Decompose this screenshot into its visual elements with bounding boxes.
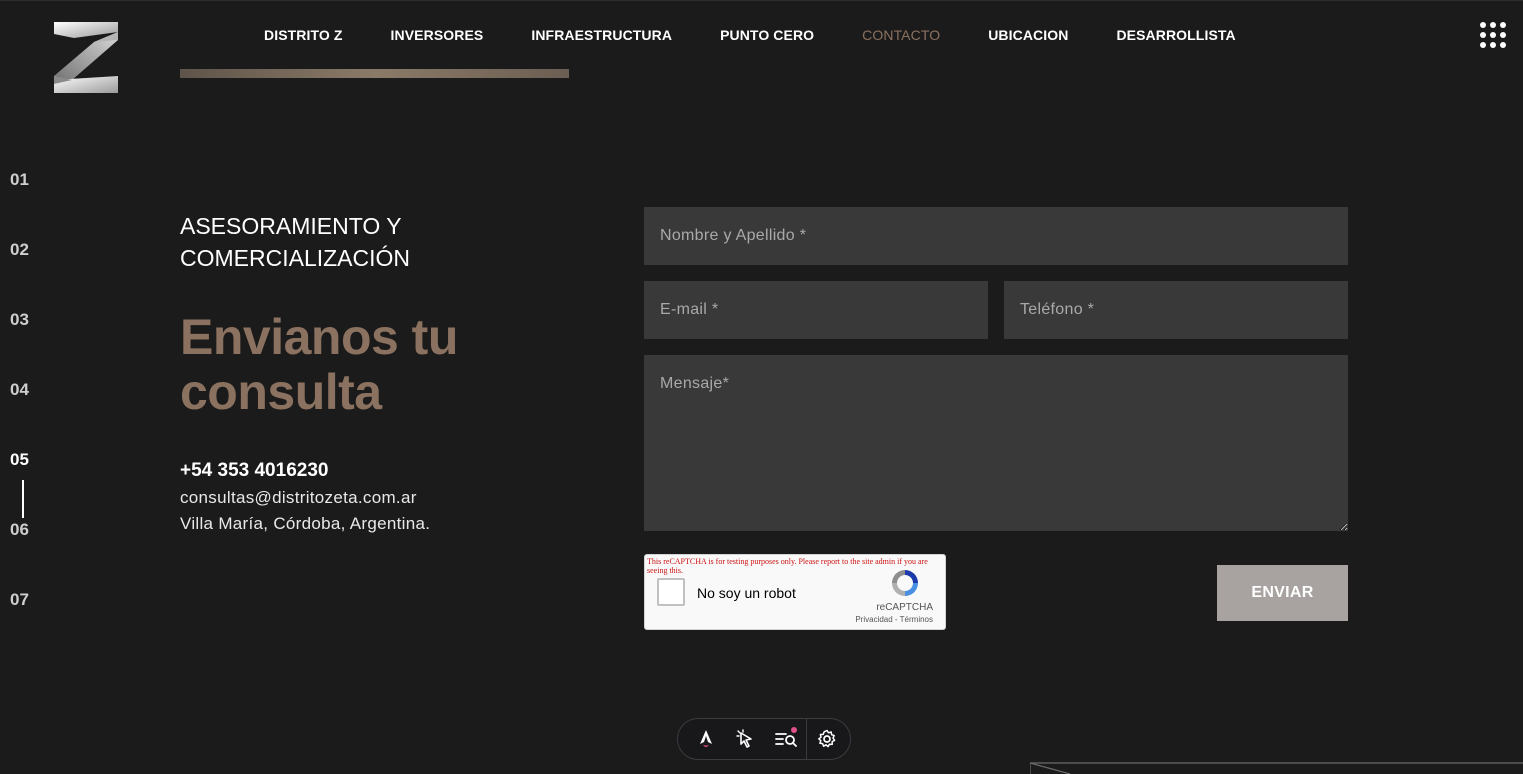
nav-item-desarrollista[interactable]: DESARROLLISTA [1092,27,1259,43]
contact-headline: Envianos tu consulta [180,309,458,420]
section-link-03[interactable]: 03 [10,308,50,378]
section-link-02[interactable]: 02 [10,238,50,308]
name-field[interactable] [644,207,1348,265]
section-link-01[interactable]: 01 [10,168,50,238]
section-link-06[interactable]: 06 [10,518,50,588]
dev-toolbar [677,718,851,760]
email-field[interactable] [644,281,988,339]
settings-gear-icon[interactable] [807,719,847,759]
audit-search-icon[interactable] [766,719,806,759]
distrito-z-logo[interactable] [54,22,118,93]
nav-item-infraestructura[interactable]: INFRAESTRUCTURA [507,27,696,43]
recaptcha-brand: reCAPTCHA [876,602,933,613]
recaptcha-widget: This reCAPTCHA is for testing purposes o… [644,554,946,630]
decorative-bar [180,69,569,78]
nav-item-punto-cero[interactable]: PUNTO CERO [696,27,838,43]
notification-dot [791,727,797,733]
section-link-07[interactable]: 07 [10,588,50,658]
recaptcha-label: No soy un robot [697,585,796,601]
contact-info: ASESORAMIENTO Y COMERCIALIZACIÓN Enviano… [180,210,600,534]
astro-icon[interactable] [686,719,726,759]
main-nav: DISTRITO Z INVERSORES INFRAESTRUCTURA PU… [240,24,1260,46]
cursor-inspect-icon[interactable] [726,719,766,759]
section-nav: 01 02 03 04 05 06 07 [10,168,50,658]
top-border [0,0,1523,1]
grid-dots-icon[interactable] [1480,22,1506,48]
recaptcha-checkbox[interactable] [657,578,685,606]
recaptcha-logo-icon [892,570,918,596]
contact-address: Villa María, Córdoba, Argentina. [180,514,431,533]
phone-field[interactable] [1004,281,1348,339]
nav-item-ubicacion[interactable]: UBICACION [964,27,1092,43]
send-button[interactable]: ENVIAR [1217,565,1348,621]
section-link-05[interactable]: 05 [10,448,50,518]
contact-subtitle: ASESORAMIENTO Y COMERCIALIZACIÓN [180,213,411,271]
nav-item-contacto[interactable]: CONTACTO [838,27,964,43]
section-link-04[interactable]: 04 [10,378,50,448]
decorative-outline [1030,762,1523,774]
nav-item-inversores[interactable]: INVERSORES [367,27,508,43]
recaptcha-links[interactable]: Privacidad - Términos [855,615,933,624]
message-field[interactable] [644,355,1348,531]
nav-item-distrito-z[interactable]: DISTRITO Z [240,27,367,43]
contact-phone[interactable]: +54 353 4016230 [180,460,600,482]
contact-email[interactable]: consultas@distritozeta.com.ar [180,488,600,508]
